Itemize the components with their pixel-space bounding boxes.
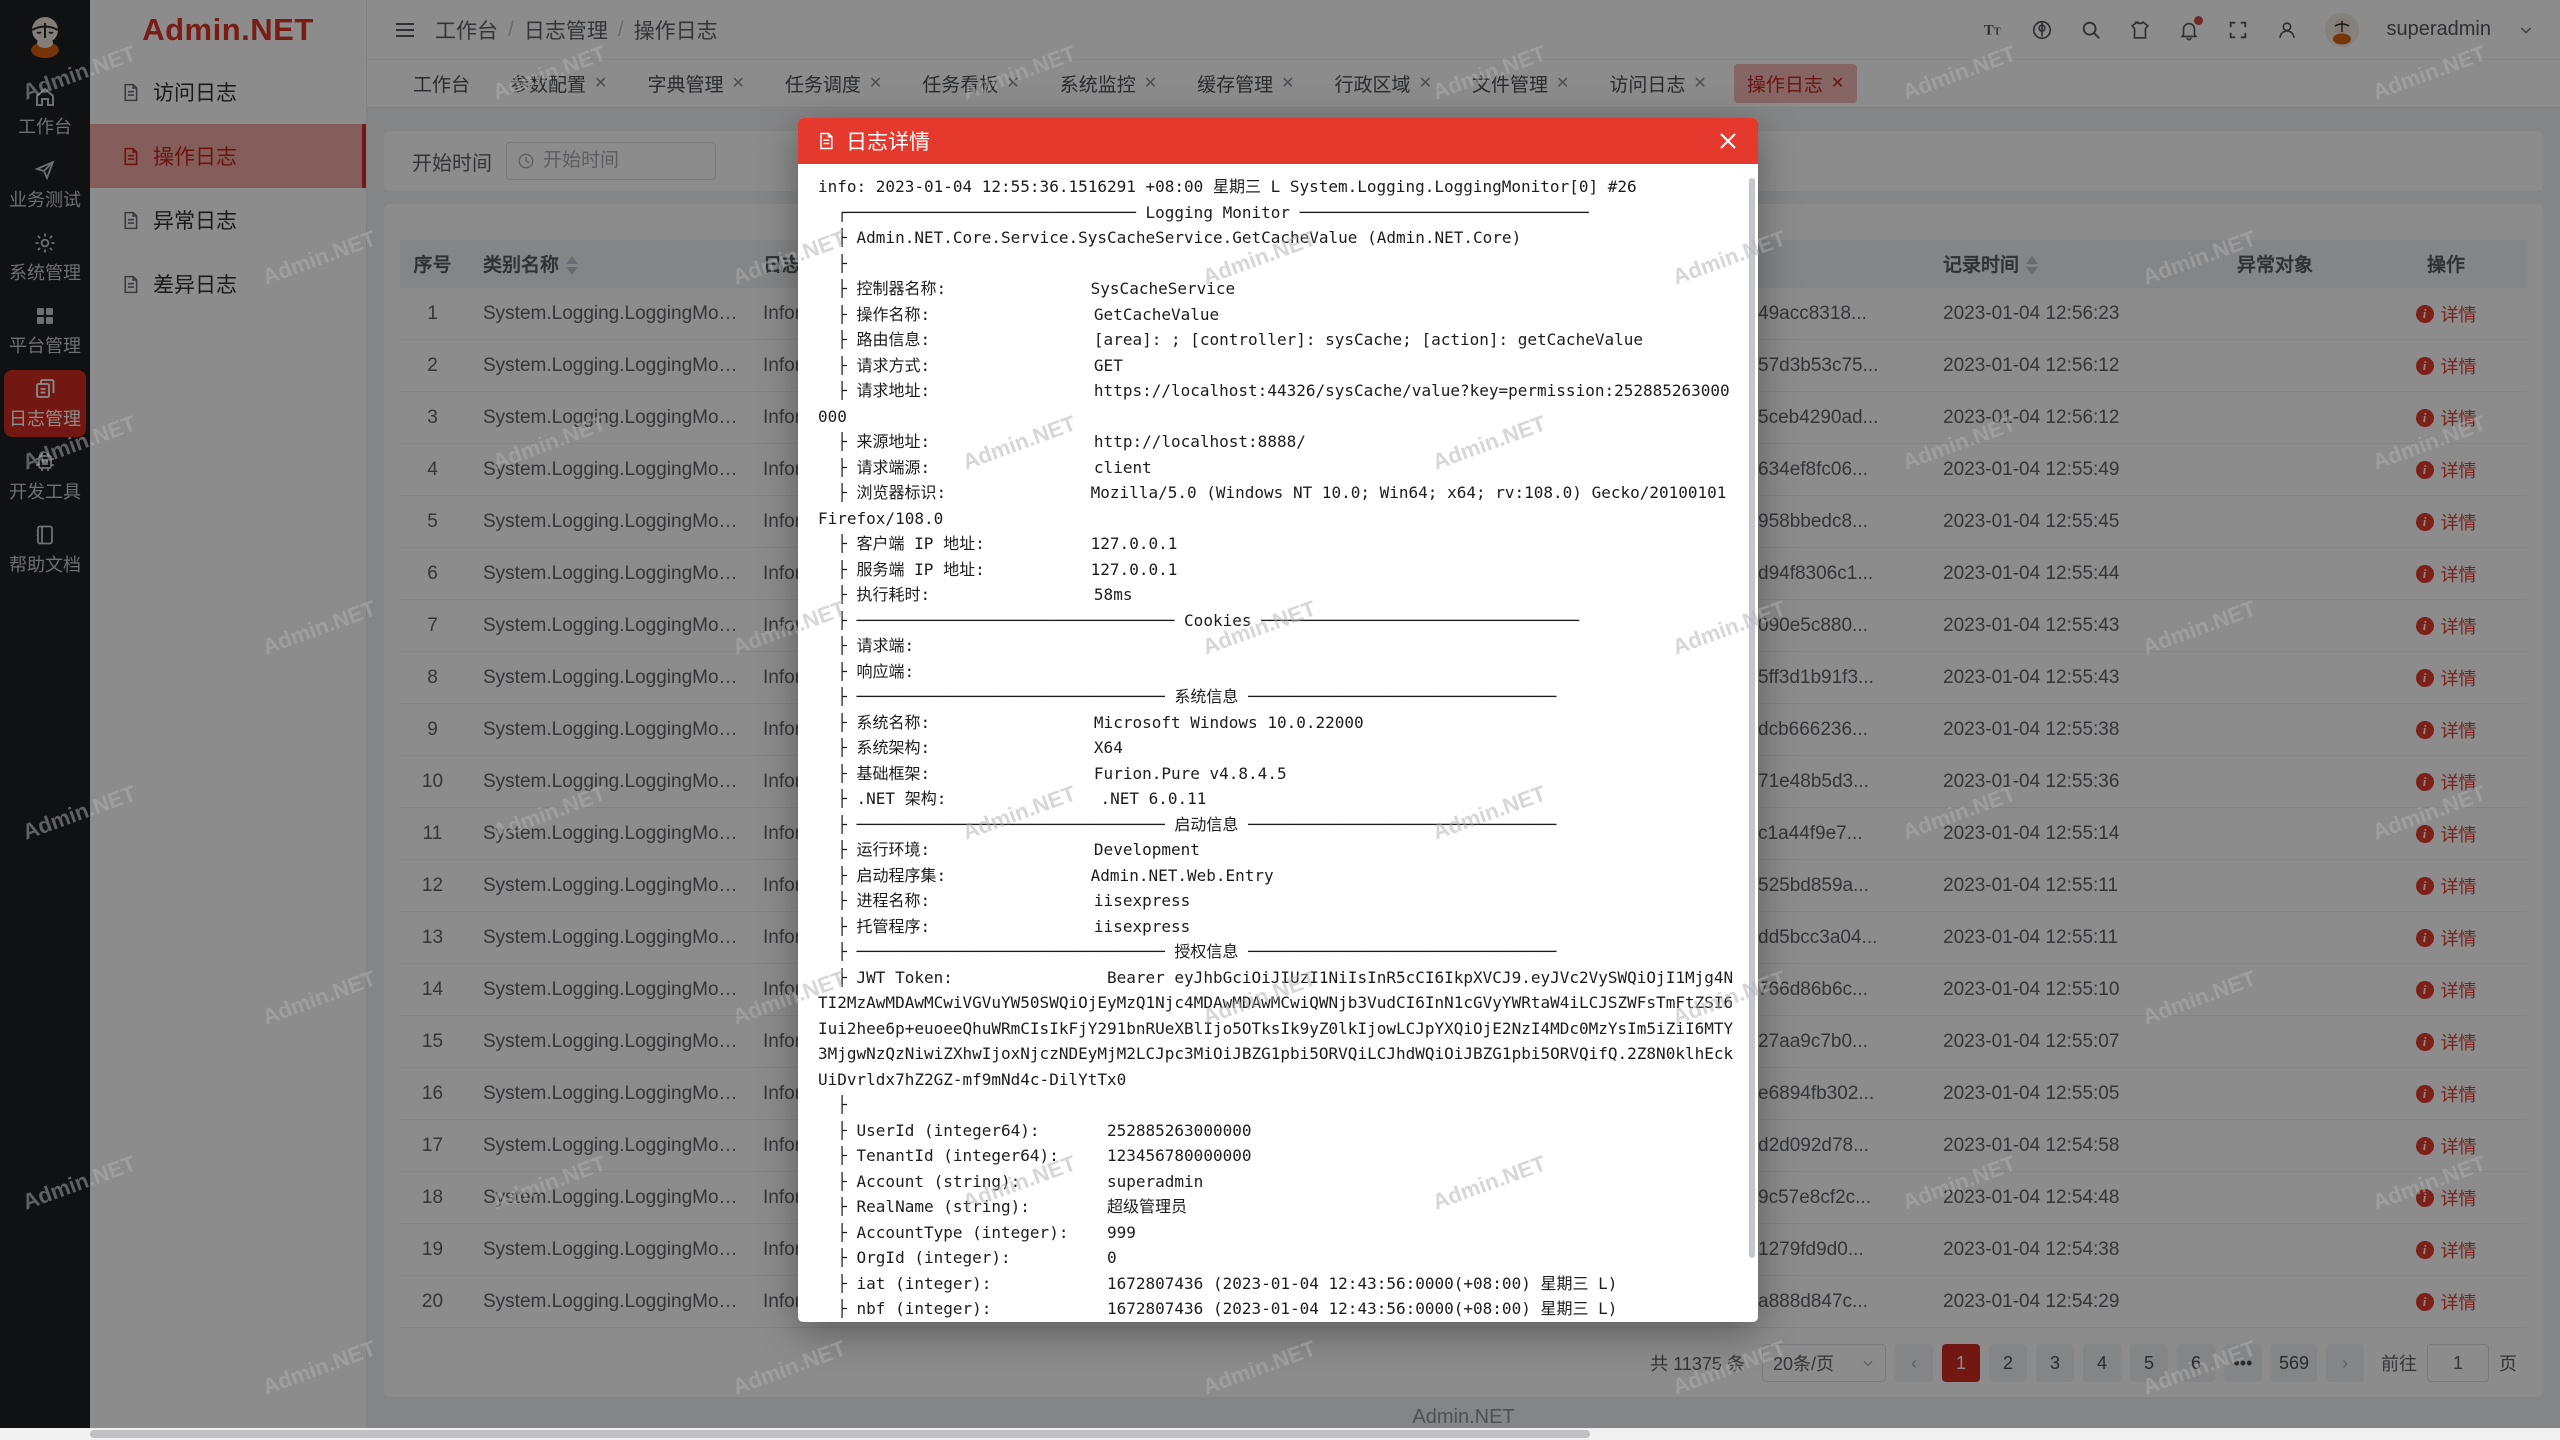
- page-root: 工作台业务测试系统管理平台管理日志管理开发工具帮助文档 Admin.NET 访问…: [0, 0, 2560, 1440]
- dialog-header: 日志详情: [798, 118, 1758, 164]
- horizontal-scrollbar-thumb[interactable]: [90, 1430, 1590, 1438]
- dialog-title: 日志详情: [846, 126, 930, 156]
- log-detail-dialog: 日志详情 info: 2023-01-04 12:55:36.1516291 +…: [798, 118, 1758, 1322]
- horizontal-scrollbar: [0, 1428, 2560, 1440]
- document-icon: [816, 131, 836, 151]
- dialog-scrollbar-thumb[interactable]: [1749, 178, 1755, 1258]
- close-icon[interactable]: [1716, 129, 1740, 153]
- dialog-body: info: 2023-01-04 12:55:36.1516291 +08:00…: [798, 164, 1758, 1322]
- log-text: info: 2023-01-04 12:55:36.1516291 +08:00…: [798, 164, 1758, 1322]
